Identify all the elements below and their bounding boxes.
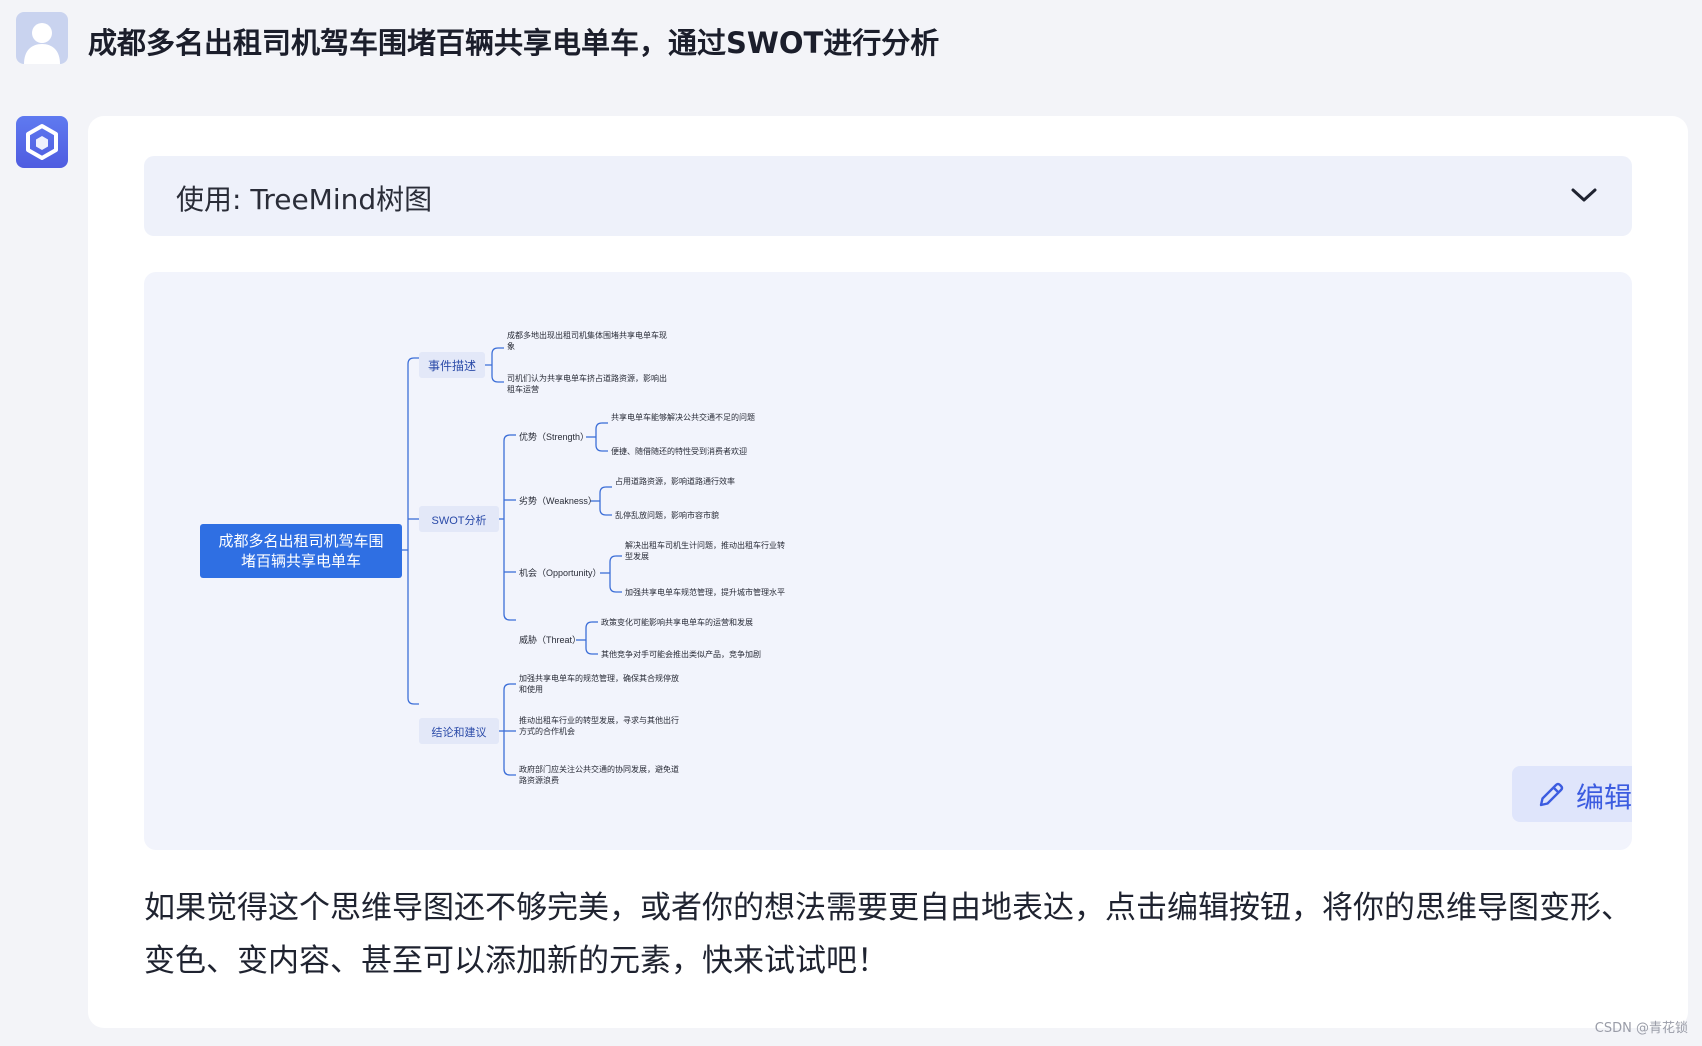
event-item-1-line1: 成都多地出现出租司机集体围堵共享电单车现 xyxy=(507,330,667,340)
tool-usage-label: 使用: TreeMind树图 xyxy=(176,183,433,216)
tool-usage-bar[interactable]: 使用: TreeMind树图 xyxy=(144,156,1632,236)
opportunity-item-1-line1: 解决出租车司机生计问题，推动出租车行业转 xyxy=(625,540,785,550)
mindmap-panel: 成都多名出租司机驾车围 堵百辆共享电单车 事件描述 成都多地出现出租司机集体围堵… xyxy=(144,272,1632,850)
opportunity-item-2: 加强共享电单车规范管理，提升城市管理水平 xyxy=(625,587,785,597)
user-avatar xyxy=(16,12,68,64)
branch-swot-label: SWOT分析 xyxy=(432,513,487,527)
branch-event-label: 事件描述 xyxy=(428,359,476,373)
swot-threat-label: 威胁（Threat） xyxy=(519,634,581,645)
root-node-line1: 成都多名出租司机驾车围 xyxy=(218,533,383,550)
watermark: CSDN @青花锁 xyxy=(1594,1021,1688,1036)
conclusion-item-2-line2: 方式的合作机会 xyxy=(519,726,575,736)
user-question: 成都多名出租司机驾车围堵百辆共享电单车，通过SWOT进行分析 xyxy=(88,26,940,60)
answer-card: 使用: TreeMind树图 成都多名出租司机驾车围 堵百辆共享电单车 事件描述… xyxy=(88,116,1688,1028)
weakness-item-2: 乱停乱放问题，影响市容市貌 xyxy=(615,510,719,520)
edit-button[interactable]: 编辑 xyxy=(1512,766,1632,822)
strength-item-2: 便捷、随借随还的特性受到消费者欢迎 xyxy=(611,446,747,456)
conclusion-item-3-line2: 路资源浪费 xyxy=(519,775,559,785)
conclusion-item-1-line1: 加强共享电单车的规范管理，确保其合规停放 xyxy=(519,673,679,683)
strength-item-1: 共享电单车能够解决公共交通不足的问题 xyxy=(611,412,755,422)
event-item-2-line1: 司机们认为共享电单车挤占道路资源，影响出 xyxy=(507,373,667,383)
conclusion-item-2-line1: 推动出租车行业的转型发展，寻求与其他出行 xyxy=(519,715,679,725)
event-item-1-line2: 象 xyxy=(507,341,515,351)
edit-button-label: 编辑 xyxy=(1576,781,1632,814)
conclusion-item-3-line1: 政府部门应关注公共交通的协同发展，避免道 xyxy=(519,764,679,774)
cube-logo-icon xyxy=(26,124,58,160)
mindmap-canvas: 成都多名出租司机驾车围 堵百辆共享电单车 事件描述 成都多地出现出租司机集体围堵… xyxy=(200,330,785,785)
answer-footer-text: 如果觉得这个思维导图还不够完美，或者你的想法需要更自由地表达，点击编辑按钮，将你… xyxy=(144,890,1632,979)
user-avatar-icon xyxy=(24,23,60,64)
threat-item-2: 其他竞争对手可能会推出类似产品，竞争加剧 xyxy=(601,649,761,659)
chevron-down-icon[interactable] xyxy=(1570,184,1598,206)
branch-conclusion-label: 结论和建议 xyxy=(432,725,487,739)
event-item-2-line2: 租车运营 xyxy=(507,384,539,394)
threat-item-1: 政策变化可能影响共享电单车的运营和发展 xyxy=(601,617,753,627)
swot-opportunity-label: 机会（Opportunity） xyxy=(519,567,602,578)
pencil-icon xyxy=(1539,782,1564,807)
weakness-item-1: 占用道路资源，影响道路通行效率 xyxy=(615,476,735,486)
conclusion-item-1-line2: 和使用 xyxy=(519,684,543,694)
swot-strength-label: 优势（Strength） xyxy=(519,431,589,442)
bot-avatar xyxy=(16,116,68,168)
opportunity-item-1-line2: 型发展 xyxy=(625,551,649,561)
root-node-line2: 堵百辆共享电单车 xyxy=(241,553,361,570)
swot-weakness-label: 劣势（Weakness） xyxy=(519,495,597,506)
